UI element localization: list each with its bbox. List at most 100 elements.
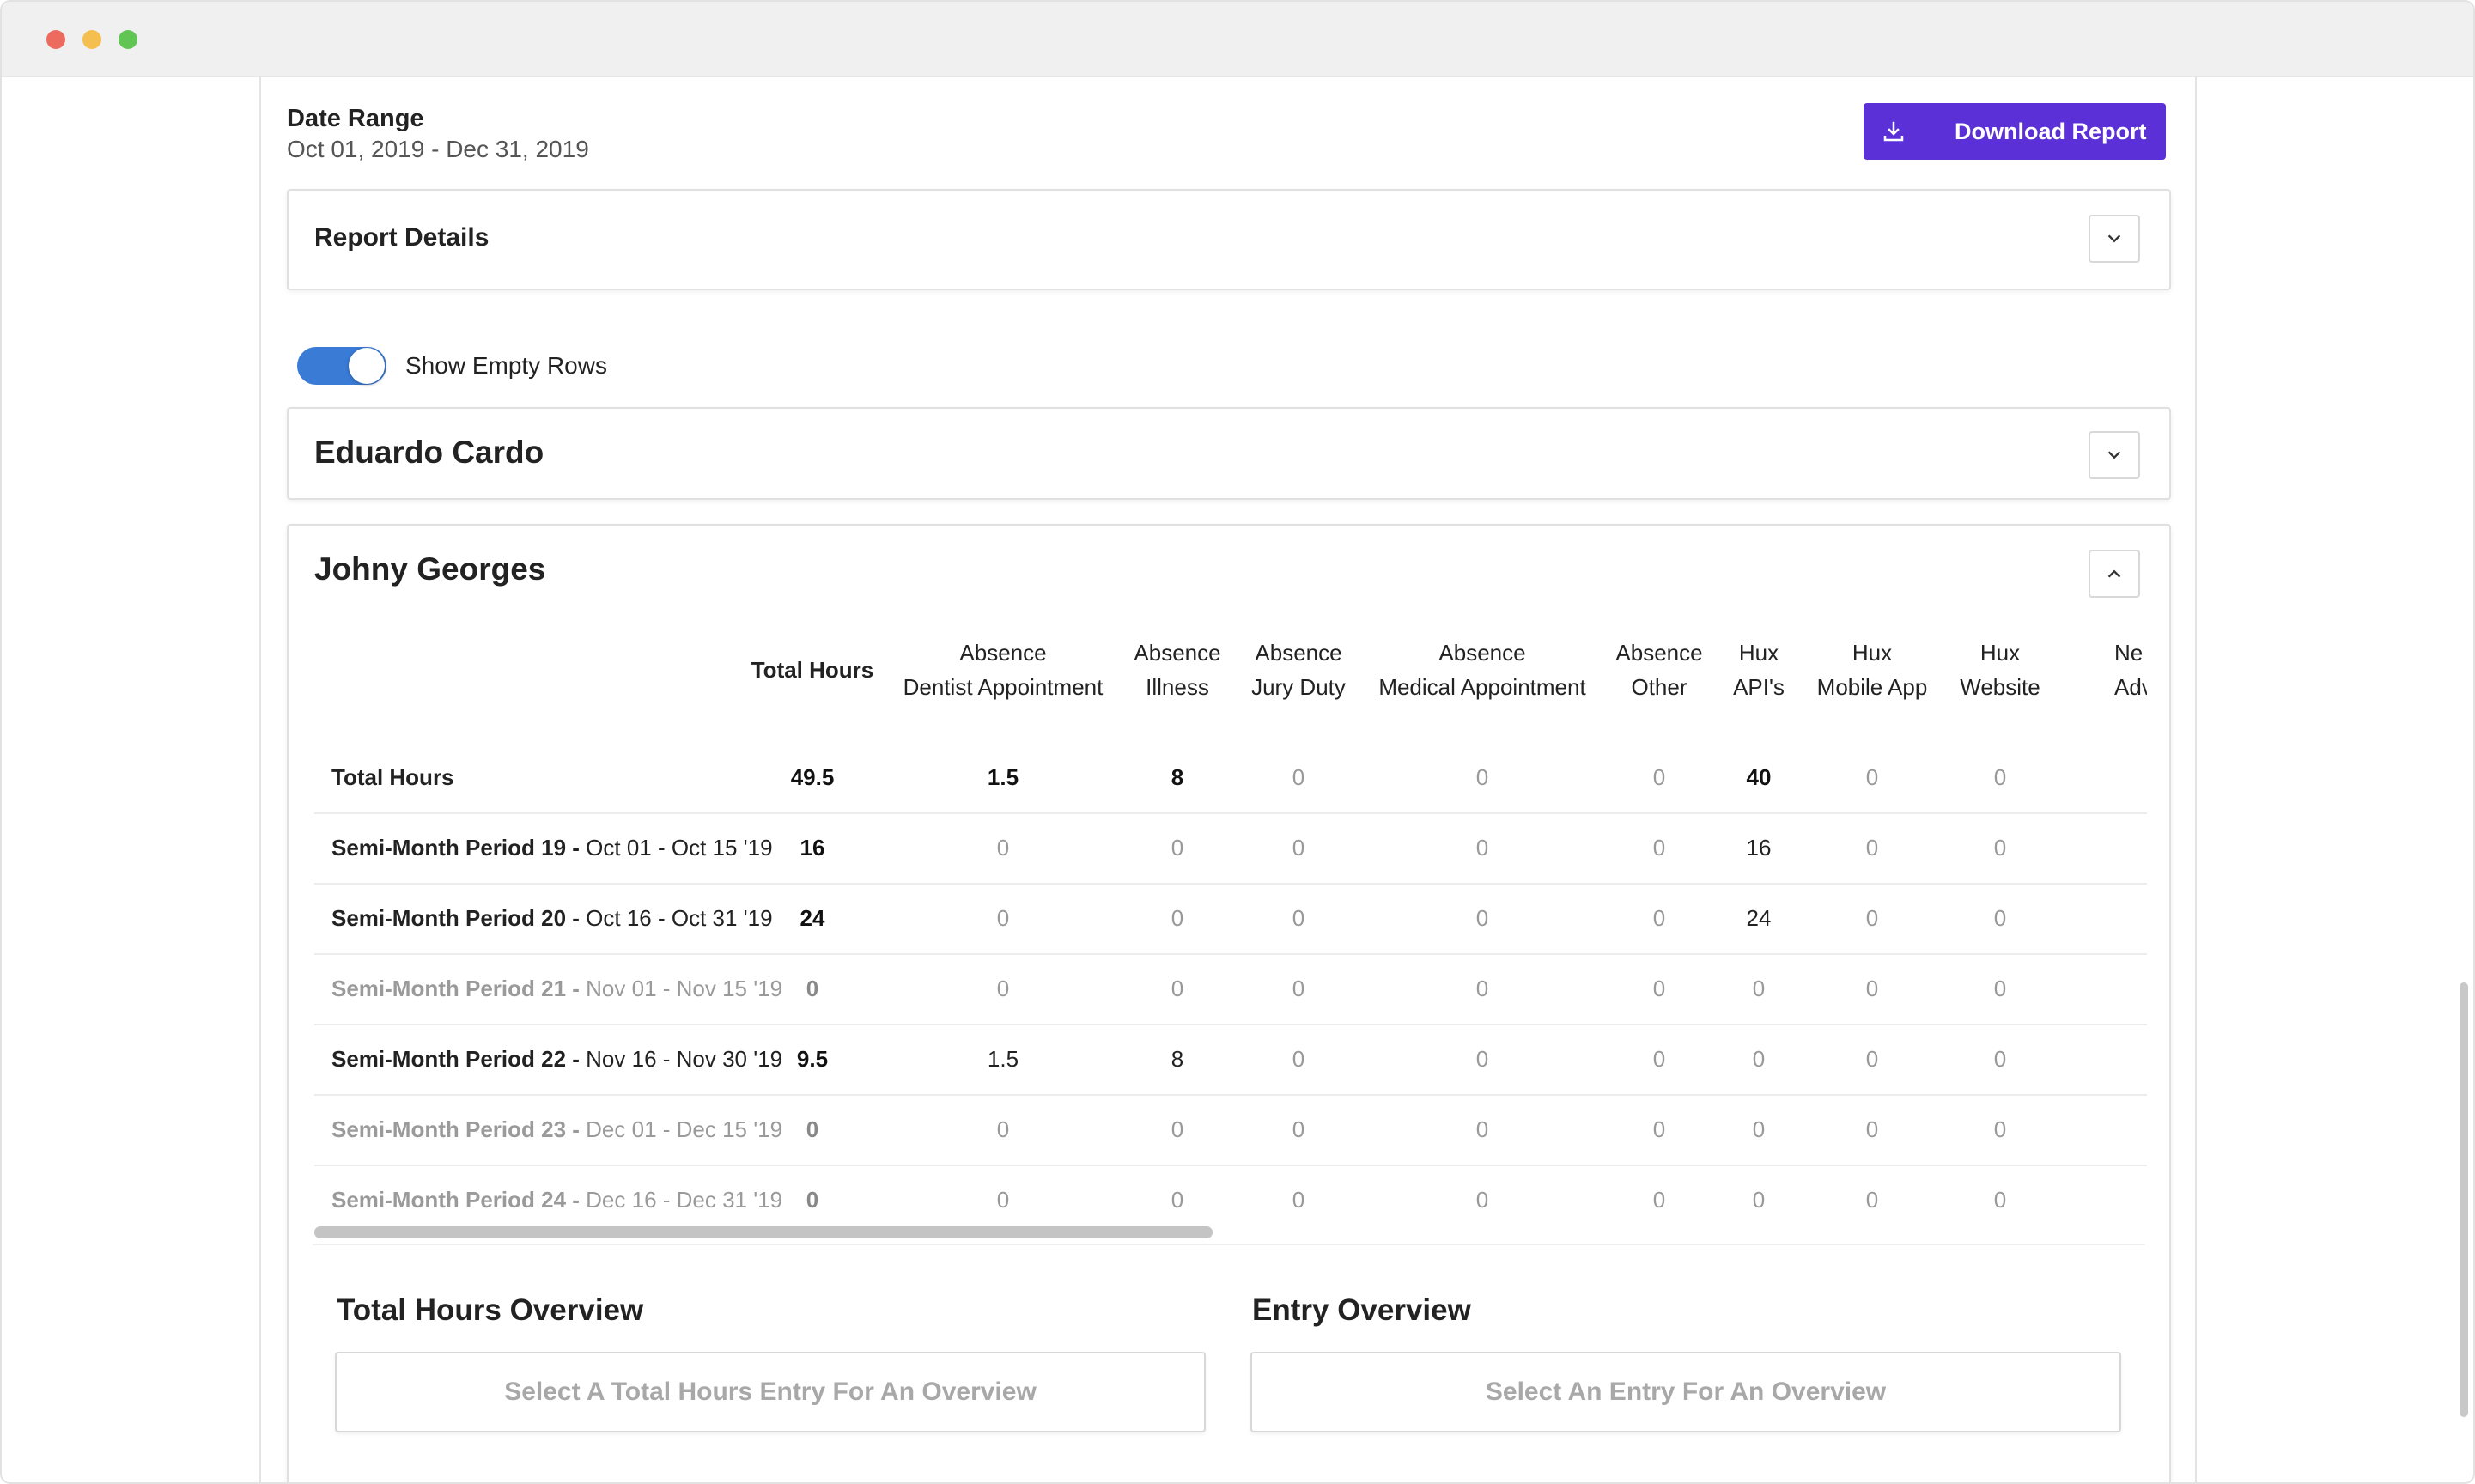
row-period-name: Semi-Month Period 23 - — [331, 1116, 580, 1142]
table-cell[interactable]: 0 — [1431, 976, 1534, 1002]
table-cell[interactable]: 0 — [1126, 1187, 1229, 1213]
table-cell[interactable]: 0 — [1949, 1046, 2052, 1073]
table-cell[interactable]: 0 — [1431, 1046, 1534, 1073]
table-cell[interactable]: 0 — [1821, 1116, 1924, 1143]
table-row-label: Semi-Month Period 20 - Oct 16 - Oct 31 '… — [331, 905, 773, 932]
table-cell[interactable]: 0 — [1608, 764, 1711, 791]
table-cell[interactable]: 1.5 — [952, 1046, 1055, 1073]
table-cell[interactable]: 1.5 — [952, 764, 1055, 791]
table-cell[interactable]: 0 — [952, 835, 1055, 861]
table-cell[interactable]: 0 — [1608, 1116, 1711, 1143]
table-cell[interactable]: 0 — [1707, 1116, 1810, 1143]
row-period-name: Semi-Month Period 21 - — [331, 976, 580, 1001]
column-header-line2: Adve — [2114, 674, 2147, 700]
table-cell[interactable]: 0 — [761, 1187, 864, 1213]
table-cell[interactable]: 0 — [952, 905, 1055, 932]
date-range-value: Oct 01, 2019 - Dec 31, 2019 — [287, 136, 589, 162]
table-cell[interactable]: 0 — [1949, 1187, 2052, 1213]
table-cell[interactable]: 0 — [1247, 764, 1350, 791]
table-cell[interactable]: 0 — [1608, 905, 1711, 932]
close-window-icon[interactable] — [46, 30, 65, 49]
table-row-label: Semi-Month Period 21 - Nov 01 - Nov 15 '… — [331, 976, 782, 1002]
table-cell[interactable]: 0 — [1949, 905, 2052, 932]
table-cell[interactable]: 16 — [1707, 835, 1810, 861]
entry-overview-title: Entry Overview — [1252, 1293, 1471, 1327]
table-cell[interactable]: 0 — [1126, 976, 1229, 1002]
table-cell[interactable]: 24 — [1707, 905, 1810, 932]
table-cell[interactable]: 0 — [1431, 764, 1534, 791]
table-cell[interactable]: 0 — [1431, 905, 1534, 932]
table-cell[interactable]: 0 — [1707, 1187, 1810, 1213]
table-cell[interactable]: 0 — [1431, 1116, 1534, 1143]
row-period-range: Oct 01 - Oct 15 '19 — [586, 835, 773, 861]
table-cell[interactable]: 9.5 — [761, 1046, 864, 1073]
table-cell[interactable]: 0 — [952, 1116, 1055, 1143]
table-cell[interactable]: 0 — [761, 976, 864, 1002]
browser-window: Date Range Oct 01, 2019 - Dec 31, 2019 D… — [0, 0, 2475, 1484]
table-cell[interactable]: 0 — [952, 1187, 1055, 1213]
row-period-range: Dec 01 - Dec 15 '19 — [586, 1116, 783, 1142]
table-cell[interactable]: 16 — [761, 835, 864, 861]
row-divider — [314, 1024, 2147, 1025]
table-cell[interactable]: 49.5 — [761, 764, 864, 791]
row-divider — [314, 1165, 2147, 1166]
table-cell[interactable]: 0 — [1126, 905, 1229, 932]
table-cell[interactable]: 24 — [761, 905, 864, 932]
minimize-window-icon[interactable] — [82, 30, 101, 49]
chevron-down-icon — [2107, 451, 2121, 459]
entry-overview-box[interactable]: Select An Entry For An Overview — [1250, 1352, 2121, 1432]
download-report-button[interactable]: Download Report — [1864, 103, 2166, 160]
column-header-line1: Ne — [2114, 640, 2144, 666]
table-cell[interactable]: 0 — [1821, 764, 1924, 791]
table-row-label: Semi-Month Period 23 - Dec 01 - Dec 15 '… — [331, 1116, 782, 1143]
show-empty-rows-toggle[interactable] — [297, 347, 386, 385]
table-cell[interactable]: 0 — [1247, 976, 1350, 1002]
table-cell[interactable]: 0 — [1821, 1187, 1924, 1213]
table-horizontal-scrollbar[interactable] — [314, 1226, 1213, 1238]
table-cell[interactable]: 0 — [1821, 905, 1924, 932]
table-cell[interactable]: 40 — [1707, 764, 1810, 791]
table-cell[interactable]: 0 — [1707, 1046, 1810, 1073]
table-cell[interactable]: 0 — [1247, 1116, 1350, 1143]
table-cell[interactable]: 0 — [1707, 976, 1810, 1002]
table-cell[interactable]: 0 — [1821, 835, 1924, 861]
table-cell[interactable]: 0 — [1608, 835, 1711, 861]
table-cell[interactable]: 0 — [1126, 1116, 1229, 1143]
table-cell[interactable]: 0 — [1608, 1187, 1711, 1213]
table-cell[interactable]: 0 — [952, 976, 1055, 1002]
table-cell[interactable]: 0 — [1949, 1116, 2052, 1143]
table-cell[interactable]: 0 — [1431, 1187, 1534, 1213]
employee-name: Johny Georges — [314, 551, 546, 587]
column-header: Hux Website — [1880, 636, 2120, 704]
table-row-label: Semi-Month Period 19 - Oct 01 - Oct 15 '… — [331, 835, 773, 861]
row-period-name: Semi-Month Period 24 - — [331, 1187, 580, 1213]
table-cell[interactable]: 0 — [1949, 976, 2052, 1002]
vertical-scrollbar[interactable] — [2460, 982, 2468, 1417]
table-row-label: Semi-Month Period 22 - Nov 16 - Nov 30 '… — [331, 1046, 782, 1073]
table-cell[interactable]: 0 — [1247, 905, 1350, 932]
table-cell[interactable]: 0 — [761, 1116, 864, 1143]
title-bar — [2, 2, 2473, 77]
table-row-label: Total Hours — [331, 764, 454, 791]
employee-panel-johny: Johny Georges Total Hours Absence Dentist … — [287, 524, 2171, 1482]
column-header-line1: Hux — [1979, 640, 2021, 666]
table-cell[interactable]: 0 — [1608, 976, 1711, 1002]
zoom-window-icon[interactable] — [119, 30, 137, 49]
total-hours-overview-box[interactable]: Select A Total Hours Entry For An Overvi… — [335, 1352, 1206, 1432]
table-cell[interactable]: 8 — [1126, 1046, 1229, 1073]
table-cell[interactable]: 0 — [1247, 835, 1350, 861]
table-cell[interactable]: 0 — [1247, 1046, 1350, 1073]
table-cell[interactable]: 0 — [1821, 976, 1924, 1002]
table-cell[interactable]: 0 — [1949, 764, 2052, 791]
table-cell[interactable]: 8 — [1126, 764, 1229, 791]
table-cell[interactable]: 0 — [1126, 835, 1229, 861]
table-cell[interactable]: 0 — [1431, 835, 1534, 861]
table-cell[interactable]: 0 — [1949, 835, 2052, 861]
table-cell[interactable]: 0 — [1821, 1046, 1924, 1073]
table-cell[interactable]: 0 — [1608, 1046, 1711, 1073]
report-details-expand-button[interactable] — [2089, 215, 2140, 263]
employee-expand-button[interactable] — [2089, 431, 2140, 479]
table-cell[interactable]: 0 — [1247, 1187, 1350, 1213]
employee-collapse-button[interactable] — [2089, 550, 2140, 598]
chevron-up-icon — [2107, 569, 2121, 578]
